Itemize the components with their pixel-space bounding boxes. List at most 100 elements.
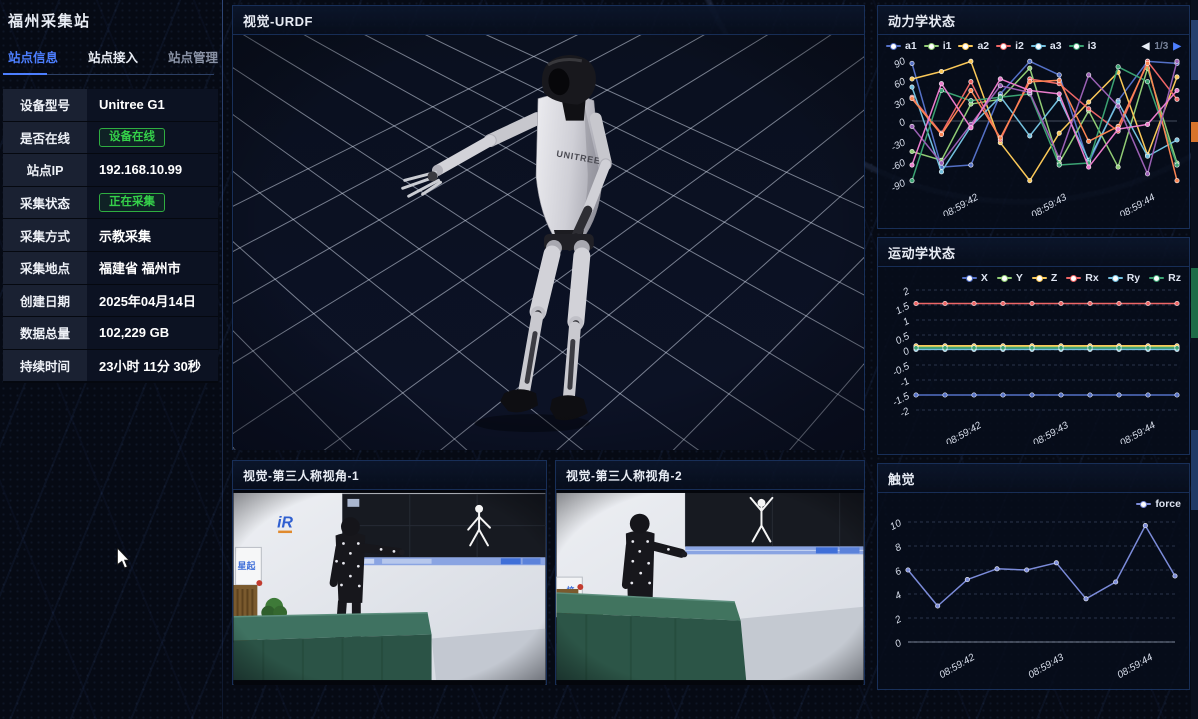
info-row-1: 是否在线设备在线 bbox=[3, 122, 218, 155]
svg-text:-2: -2 bbox=[898, 406, 911, 420]
legend-item-i2[interactable]: i2 bbox=[996, 40, 1024, 52]
urdf-3d-viewport[interactable]: UNITREE bbox=[233, 35, 864, 450]
tactile-legend: force bbox=[878, 493, 1189, 510]
svg-text:08:59:44: 08:59:44 bbox=[1118, 420, 1158, 444]
station-title: 福州采集站 bbox=[8, 10, 222, 31]
tactile-panel: 触觉 force 108642008:59:4208:59:4308:59:44 bbox=[877, 463, 1190, 690]
tab-underline bbox=[3, 73, 218, 76]
station-panel: 福州采集站 站点信息 站点接入 站点管理 设备型号Unitree G1是否在线设备在… bbox=[0, 0, 222, 719]
svg-text:08:59:42: 08:59:42 bbox=[944, 420, 984, 444]
svg-text:08:59:43: 08:59:43 bbox=[1031, 420, 1071, 444]
urdf-panel-header: 视觉-URDF bbox=[233, 6, 864, 35]
info-row-5: 采集地点福建省 福州市 bbox=[3, 252, 218, 285]
info-value: 设备在线 bbox=[87, 122, 218, 154]
kinematics-panel: 运动学状态 XYZRxRyRz 21.510.50-0.5-1-1.5-208:… bbox=[877, 237, 1190, 455]
tactile-panel-header: 触觉 bbox=[878, 464, 1189, 493]
legend-prev-icon[interactable]: ◀ bbox=[1142, 41, 1150, 52]
legend-item-Y[interactable]: Y bbox=[997, 272, 1023, 284]
video2-vignette bbox=[557, 490, 864, 685]
vertical-divider bbox=[222, 0, 223, 719]
svg-text:4: 4 bbox=[893, 590, 903, 603]
info-value: 示教采集 bbox=[87, 219, 218, 251]
svg-text:2: 2 bbox=[892, 614, 903, 627]
svg-text:90: 90 bbox=[892, 56, 907, 71]
info-label: 创建日期 bbox=[3, 285, 87, 317]
svg-text:2: 2 bbox=[900, 286, 911, 299]
svg-text:0: 0 bbox=[893, 638, 903, 651]
info-label: 是否在线 bbox=[3, 122, 87, 154]
kinematics-chart: 21.510.50-0.5-1-1.5-208:59:4208:59:4308:… bbox=[878, 284, 1189, 444]
kinematics-panel-header: 运动学状态 bbox=[878, 238, 1189, 267]
legend-pager: ◀ 1/3 ▶ bbox=[1142, 41, 1181, 52]
info-row-8: 持续时间23小时 11分 30秒 bbox=[3, 350, 218, 383]
legend-item-a2[interactable]: a2 bbox=[958, 40, 989, 52]
svg-text:08:59:42: 08:59:42 bbox=[938, 652, 978, 678]
video-feed-2: iR 一校 bbox=[556, 490, 864, 685]
video-panel-1: 视觉-第三人称视角-1 星起 iR bbox=[232, 460, 547, 685]
urdf-panel-title: 视觉-URDF bbox=[243, 11, 313, 30]
info-row-0: 设备型号Unitree G1 bbox=[3, 89, 218, 122]
legend-item-force[interactable]: force bbox=[1136, 498, 1181, 510]
station-info-table: 设备型号Unitree G1是否在线设备在线站点IP192.168.10.99采… bbox=[3, 89, 218, 383]
svg-text:0.5: 0.5 bbox=[894, 331, 912, 347]
info-row-7: 数据总量102,229 GB bbox=[3, 317, 218, 350]
legend-item-i1[interactable]: i1 bbox=[924, 40, 952, 52]
legend-item-Z[interactable]: Z bbox=[1032, 272, 1057, 284]
legend-item-Rx[interactable]: Rx bbox=[1066, 272, 1098, 284]
svg-text:1: 1 bbox=[901, 316, 911, 328]
video1-vignette bbox=[234, 490, 546, 685]
video-panel-1-title: 视觉-第三人称视角-1 bbox=[243, 467, 359, 484]
info-label: 采集方式 bbox=[3, 219, 87, 251]
dynamics-panel-title: 动力学状态 bbox=[888, 11, 956, 30]
svg-text:-60: -60 bbox=[889, 157, 907, 174]
svg-text:08:59:43: 08:59:43 bbox=[1030, 192, 1070, 216]
dynamics-chart: 9060300-30-60-9008:59:4208:59:4308:59:44 bbox=[878, 52, 1189, 216]
info-value: 福建省 福州市 bbox=[87, 252, 218, 284]
video-scene-2: iR 一校 bbox=[556, 490, 864, 685]
legend-item-Ry[interactable]: Ry bbox=[1108, 272, 1140, 284]
dynamics-panel-header: 动力学状态 bbox=[878, 6, 1189, 35]
info-label: 采集状态 bbox=[3, 187, 87, 219]
video-panel-2: 视觉-第三人称视角-2 iR bbox=[555, 460, 865, 685]
info-label: 采集地点 bbox=[3, 252, 87, 284]
legend-page-number: 1/3 bbox=[1154, 41, 1168, 52]
info-value: Unitree G1 bbox=[87, 89, 218, 121]
video-scene-1: 星起 iR bbox=[233, 490, 546, 685]
svg-text:-1: -1 bbox=[898, 376, 911, 390]
svg-text:-30: -30 bbox=[889, 137, 907, 154]
svg-text:08:59:44: 08:59:44 bbox=[1116, 652, 1156, 678]
legend-item-Rz[interactable]: Rz bbox=[1149, 272, 1181, 284]
legend-item-X[interactable]: X bbox=[962, 272, 988, 284]
svg-text:08:59:42: 08:59:42 bbox=[941, 192, 981, 216]
svg-text:-1.5: -1.5 bbox=[891, 391, 912, 409]
info-label: 持续时间 bbox=[3, 350, 87, 382]
info-value: 102,229 GB bbox=[87, 317, 218, 349]
legend-item-a1[interactable]: a1 bbox=[886, 40, 917, 52]
svg-text:1.5: 1.5 bbox=[894, 301, 912, 317]
tab-0[interactable]: 站点信息 bbox=[8, 47, 58, 66]
svg-text:0: 0 bbox=[897, 117, 907, 130]
kinematics-panel-title: 运动学状态 bbox=[888, 243, 956, 262]
screen-edge-artifact bbox=[1191, 0, 1198, 719]
video-panel-2-title: 视觉-第三人称视角-2 bbox=[566, 467, 682, 484]
svg-text:08:59:43: 08:59:43 bbox=[1027, 652, 1067, 678]
tab-1[interactable]: 站点接入 bbox=[88, 47, 138, 66]
urdf-panel: 视觉-URDF bbox=[232, 5, 865, 450]
info-value: 正在采集 bbox=[87, 187, 218, 219]
svg-text:08:59:44: 08:59:44 bbox=[1118, 192, 1158, 216]
info-value: 192.168.10.99 bbox=[87, 154, 218, 186]
svg-text:30: 30 bbox=[892, 96, 907, 111]
info-label: 站点IP bbox=[3, 154, 87, 186]
legend-item-a3[interactable]: a3 bbox=[1031, 40, 1062, 52]
info-label: 数据总量 bbox=[3, 317, 87, 349]
station-tabs: 站点信息 站点接入 站点管理 bbox=[8, 47, 222, 66]
info-label: 设备型号 bbox=[3, 89, 87, 121]
svg-text:60: 60 bbox=[892, 76, 907, 91]
tab-2[interactable]: 站点管理 bbox=[168, 47, 218, 66]
urdf-3d-scene: UNITREE bbox=[233, 35, 864, 450]
svg-text:6: 6 bbox=[893, 566, 903, 579]
legend-item-i3[interactable]: i3 bbox=[1069, 40, 1097, 52]
svg-text:8: 8 bbox=[893, 542, 903, 555]
tactile-chart: 108642008:59:4208:59:4308:59:44 bbox=[878, 510, 1189, 678]
legend-next-icon[interactable]: ▶ bbox=[1173, 41, 1181, 52]
